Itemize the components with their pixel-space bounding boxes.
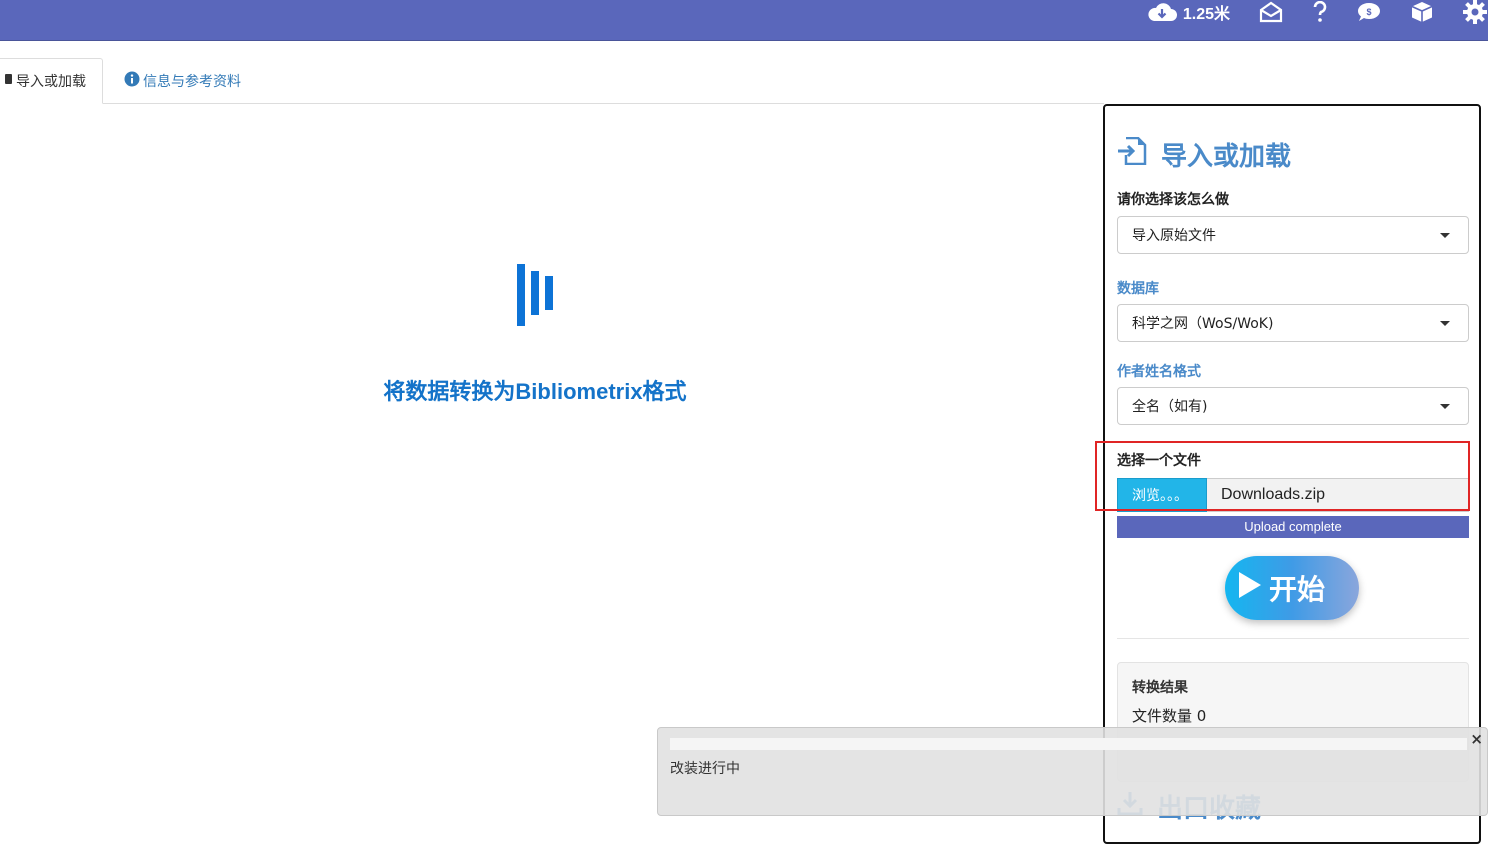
main-tabs: 导入或加载 信息与参考资料 (0, 58, 1104, 104)
messages-button[interactable] (1258, 1, 1284, 23)
database-label: 数据库 (1117, 281, 1159, 297)
panel-title-text: 导入或加载 (1161, 142, 1292, 172)
spinner-bar (545, 276, 553, 310)
panel-title: 导入或加载 (1117, 136, 1291, 173)
tab-label: 信息与参考资料 (143, 74, 241, 90)
author-format-select[interactable]: 全名（如有) (1117, 387, 1469, 425)
navbar-icon-group: 1.25米 $ (1147, 0, 1488, 24)
chevron-down-icon (1440, 404, 1450, 409)
loading-spinner (517, 264, 555, 326)
conversion-title: 将数据转换为Bibliometrix格式 (383, 379, 687, 404)
play-icon (1235, 570, 1263, 607)
upload-progress-bar: Upload complete (1117, 516, 1469, 538)
envelope-open-icon (1258, 1, 1284, 23)
chevron-down-icon (1440, 321, 1450, 326)
file-selection-highlight (1095, 441, 1470, 511)
cloud-download-icon (1147, 1, 1177, 23)
action-select[interactable]: 导入原始文件 (1117, 216, 1469, 254)
panel-divider (1117, 638, 1469, 639)
action-label: 请你选择该怎么做 (1117, 192, 1229, 208)
spinner-bar (531, 271, 539, 315)
gear-icon (1462, 0, 1488, 24)
spinner-bar (517, 264, 525, 326)
info-circle-icon (124, 71, 140, 91)
database-select[interactable]: 科学之网（WoS/WoK) (1117, 304, 1469, 342)
notification-progress-bar (670, 738, 1467, 750)
progress-notification: 改装进行中 × (657, 727, 1488, 816)
donate-button[interactable]: $ (1356, 1, 1382, 23)
comment-dollar-icon: $ (1356, 1, 1382, 23)
cube-icon (1410, 1, 1434, 23)
help-button[interactable] (1312, 1, 1328, 23)
top-navbar: 1.25米 $ (0, 0, 1488, 41)
notification-text: 改装进行中 (670, 761, 740, 777)
tab-import-load[interactable]: 导入或加载 (0, 58, 103, 104)
chevron-down-icon (1440, 233, 1450, 238)
download-size-label: 1.25米 (1182, 6, 1230, 23)
author-format-value: 全名（如有) (1132, 399, 1208, 415)
file-import-icon (5, 72, 13, 90)
start-button-label: 开始 (1269, 573, 1326, 606)
start-button[interactable]: 开始 (1225, 556, 1359, 620)
svg-text:$: $ (1366, 7, 1371, 17)
tab-label: 导入或加载 (16, 74, 86, 90)
file-count: 文件数量 0 (1132, 707, 1207, 725)
database-select-value: 科学之网（WoS/WoK) (1132, 316, 1274, 332)
close-icon[interactable]: × (1470, 730, 1483, 748)
file-import-icon (1117, 136, 1147, 172)
download-button[interactable]: 1.25米 (1147, 0, 1230, 24)
question-icon (1312, 1, 1328, 23)
action-select-value: 导入原始文件 (1132, 228, 1216, 244)
tab-info-references[interactable]: 信息与参考资料 (114, 58, 251, 104)
author-format-label: 作者姓名格式 (1117, 364, 1201, 380)
results-title: 转换结果 (1132, 680, 1188, 696)
settings-button[interactable] (1462, 0, 1488, 24)
package-button[interactable] (1410, 1, 1434, 23)
